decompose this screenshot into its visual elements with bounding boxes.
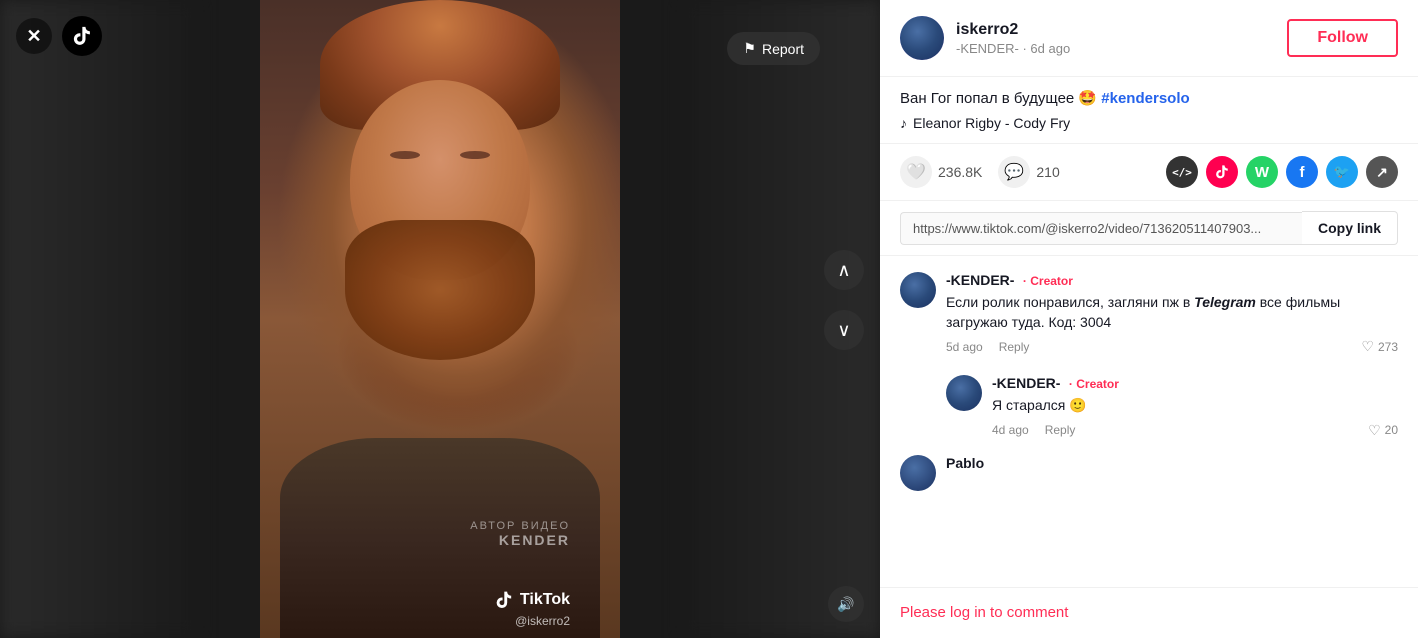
report-button[interactable]: ⚑ Report (727, 32, 820, 65)
login-bar: Please log in to comment (880, 587, 1418, 638)
comment-icon: 💬 (998, 156, 1030, 188)
more-share-button[interactable]: ↗ (1366, 156, 1398, 188)
follow-button[interactable]: Follow (1287, 19, 1398, 57)
comment-avatar (900, 272, 936, 308)
caption-hashtag[interactable]: #kendersolo (1101, 90, 1189, 107)
comment-username: -KENDER- (946, 272, 1014, 288)
music-title[interactable]: Eleanor Rigby - Cody Fry (913, 115, 1070, 131)
user-info: iskerro2 -KENDER- · 6d ago (900, 16, 1070, 60)
video-main: АВТОР ВИДЕО KENDER TikTok @iskerro2 (260, 0, 620, 638)
reply-item: -KENDER- · Creator Я старался 🙂 4d ago R… (946, 375, 1398, 439)
video-bg-left (0, 0, 200, 638)
post-avatar (900, 16, 944, 60)
reply-avatar (946, 375, 982, 411)
post-meta: -KENDER- · 6d ago (956, 41, 1070, 56)
left-actions: 🤍 236.8K 💬 210 (900, 156, 1060, 188)
avatar-image (900, 16, 944, 60)
tiktok-logo-button[interactable] (62, 16, 102, 56)
right-panel: iskerro2 -KENDER- · 6d ago Follow Ван Го… (880, 0, 1418, 638)
telegram-text: Telegram (1194, 294, 1256, 310)
video-beard (345, 220, 535, 360)
post-music: ♪ Eleanor Rigby - Cody Fry (900, 115, 1398, 131)
comment-meta: 5d ago Reply ♡ 273 (946, 338, 1398, 355)
pablo-body: Pablo (946, 455, 984, 491)
comment-reply-button[interactable]: Reply (999, 340, 1030, 354)
author-label: АВТОР ВИДЕО (470, 520, 570, 532)
watermark-user: @iskerro2 (515, 614, 570, 628)
tiktok-logo-icon (494, 590, 514, 610)
comment-like-count: 273 (1378, 340, 1398, 354)
embed-button[interactable]: </> (1166, 156, 1198, 188)
video-eyes (370, 145, 510, 165)
tiktok-share-icon (1214, 164, 1230, 180)
caption-text: Ван Гог попал в будущее 🤩 (900, 90, 1101, 107)
copy-link-input[interactable] (900, 212, 1302, 245)
comment-text: Если ролик понравился, загляни пж в Tele… (946, 293, 1398, 332)
flag-icon: ⚑ (743, 40, 756, 57)
video-panel: АВТОР ВИДЕО KENDER TikTok @iskerro2 ✕ ⚑ (0, 0, 880, 638)
nav-up-button[interactable]: ∧ (824, 250, 864, 290)
nav-down-button[interactable]: ∨ (824, 310, 864, 350)
login-to-comment-text[interactable]: Please log in to comment (900, 604, 1068, 621)
pablo-username: Pablo (946, 455, 984, 471)
facebook-share-button[interactable]: f (1286, 156, 1318, 188)
tiktok-share-button[interactable] (1206, 156, 1238, 188)
watermark-text: TikTok (520, 591, 570, 609)
comment-time: 5d ago (946, 340, 983, 354)
reply-username: -KENDER- (992, 375, 1060, 391)
close-button[interactable]: ✕ (16, 18, 52, 54)
post-handle: -KENDER- (956, 41, 1019, 56)
reply-creator-badge: · Creator (1069, 377, 1119, 391)
comments-count: 210 (1036, 164, 1059, 180)
comment-body: -KENDER- · Creator Если ролик понравился… (946, 272, 1398, 355)
reply-time: 4d ago (992, 423, 1029, 437)
post-time: 6d ago (1030, 41, 1070, 56)
music-note-icon: ♪ (900, 115, 907, 131)
reply-meta: 4d ago Reply ♡ 20 (992, 422, 1398, 439)
author-name: KENDER (470, 532, 570, 548)
likes-count: 236.8K (938, 164, 982, 180)
share-icons: </> W f 🐦 ↗ (1166, 156, 1398, 188)
reply-likes: ♡ 20 (1368, 422, 1398, 439)
pablo-comment: Pablo (900, 455, 1398, 491)
post-content: Ван Гог попал в будущее 🤩 #kendersolo ♪ … (880, 77, 1418, 144)
comment-like-icon[interactable]: ♡ (1361, 338, 1374, 355)
heart-icon: 🤍 (906, 162, 926, 182)
video-overlay-text: АВТОР ВИДЕО KENDER (470, 520, 570, 548)
pablo-avatar (900, 455, 936, 491)
video-watermark: TikTok (494, 590, 570, 610)
reply-like-count: 20 (1385, 423, 1398, 437)
bubble-icon: 💬 (1004, 162, 1024, 182)
copy-link-bar: Copy link (880, 201, 1418, 256)
volume-button[interactable]: 🔊 (828, 586, 864, 622)
post-username: iskerro2 (956, 21, 1070, 39)
copy-link-button[interactable]: Copy link (1302, 211, 1398, 245)
user-details: iskerro2 -KENDER- · 6d ago (956, 21, 1070, 56)
whatsapp-share-button[interactable]: W (1246, 156, 1278, 188)
comment-likes: ♡ 273 (1361, 338, 1398, 355)
reply-text: Я старался 🙂 (992, 396, 1398, 416)
post-header: iskerro2 -KENDER- · 6d ago Follow (880, 0, 1418, 77)
video-top-bar: ✕ ⚑ Report (0, 16, 880, 56)
post-caption: Ван Гог попал в будущее 🤩 #kendersolo (900, 89, 1398, 107)
like-icon: 🤍 (900, 156, 932, 188)
report-label: Report (762, 41, 804, 57)
comments-section: -KENDER- · Creator Если ролик понравился… (880, 256, 1418, 587)
reply-reply-button[interactable]: Reply (1045, 423, 1076, 437)
reply-body: -KENDER- · Creator Я старался 🙂 4d ago R… (992, 375, 1398, 439)
comment-creator-badge: · Creator (1023, 274, 1073, 288)
actions-bar: 🤍 236.8K 💬 210 </> W f 🐦 ↗ (880, 144, 1418, 201)
comment-item: -KENDER- · Creator Если ролик понравился… (900, 272, 1398, 355)
twitter-share-button[interactable]: 🐦 (1326, 156, 1358, 188)
reply-like-icon[interactable]: ♡ (1368, 422, 1381, 439)
tiktok-nav-icon (71, 25, 93, 47)
comments-action[interactable]: 💬 210 (998, 156, 1059, 188)
likes-action[interactable]: 🤍 236.8K (900, 156, 982, 188)
